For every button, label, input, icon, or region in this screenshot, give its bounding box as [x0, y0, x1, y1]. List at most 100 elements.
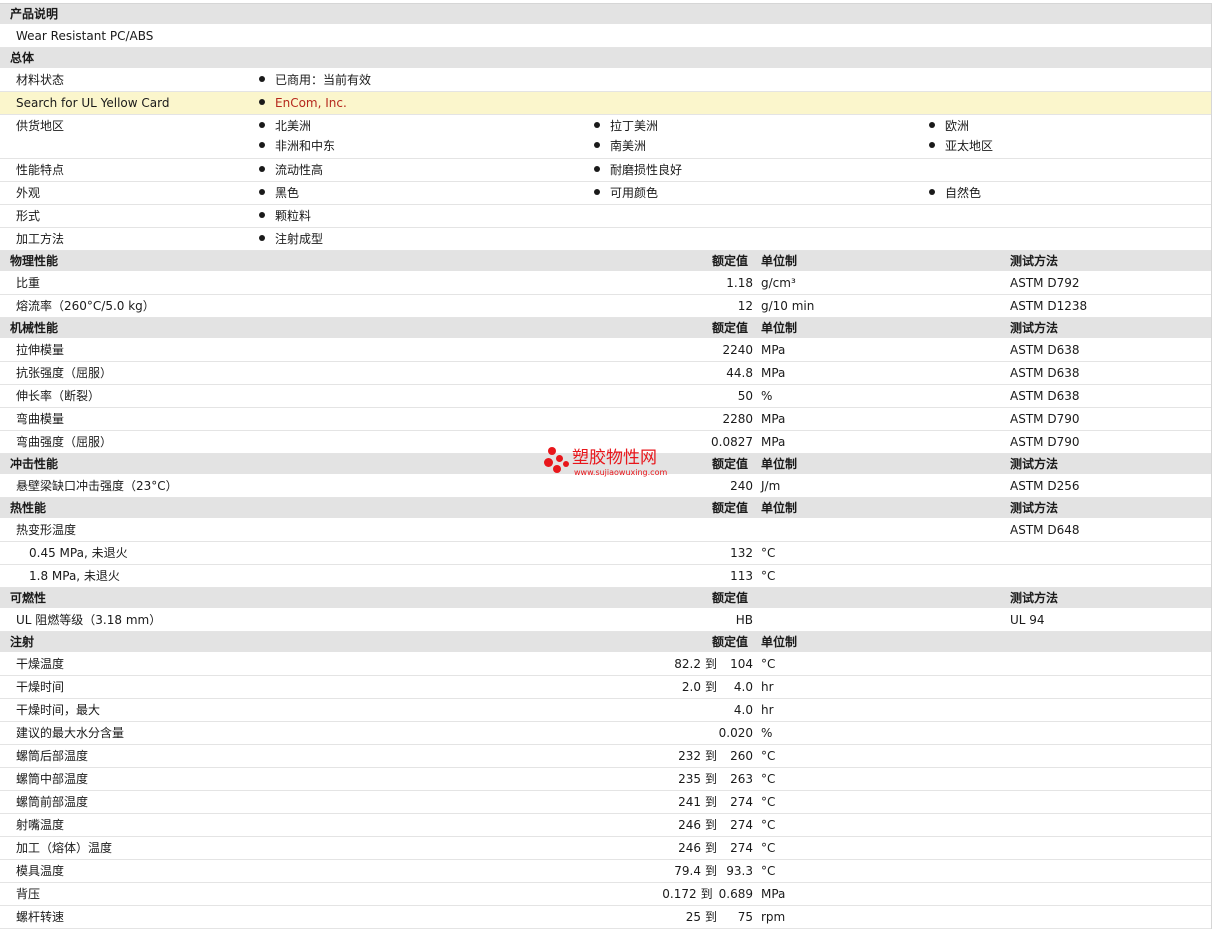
property-value: 4.0 [723, 703, 753, 717]
features-row: 性能特点 流动性高 耐磨损性良好 [0, 159, 1211, 182]
range-low: 25 [685, 910, 701, 924]
property-unit: °C [761, 841, 776, 855]
test-method: ASTM D648 [1010, 523, 1080, 537]
property-label: 热变形温度 [16, 523, 77, 537]
section-header-flammability: 可燃性 额定值 测试方法 [0, 588, 1211, 609]
injection-row: 螺杆转速 25 到 75 rpm [0, 906, 1211, 929]
range-high: 75 [737, 910, 753, 924]
range-high: 0.020 [718, 726, 753, 740]
property-subrow: 0.45 MPa, 未退火 132 °C [0, 542, 1211, 565]
site-watermark-logo: 塑胶物性网 www.sujiaowuxing.com [544, 447, 674, 479]
injection-rows: 干燥温度 82.2 到 104 °C 干燥时间 2.0 到 4.0 hr 干燥时间，最大 4.0 hr 建… [0, 653, 1211, 929]
property-unit: °C [761, 795, 776, 809]
row-label: 加工方法 [16, 232, 65, 246]
form-value: 颗粒料 [259, 209, 311, 223]
property-label: 背压 [16, 887, 41, 901]
form-row: 形式 颗粒料 [0, 205, 1211, 228]
section-title: 机械性能 [10, 321, 59, 335]
unit-header: 单位制 [761, 635, 798, 649]
property-unit: MPa [761, 887, 786, 901]
unit-header: 单位制 [761, 254, 798, 268]
property-value: 241 到 274 [678, 795, 753, 809]
region-item: 北美洲 [259, 119, 311, 133]
property-label: 螺筒后部温度 [16, 749, 89, 763]
datasheet-table: 产品说明 Wear Resistant PC/ABS 总体 材料状态 已商用：当… [0, 3, 1212, 929]
appearance-item: 黑色 [259, 186, 299, 200]
property-value: 0.172 到 0.689 [662, 887, 753, 901]
range-high: 263 [730, 772, 753, 786]
range-high: 4.0 [733, 680, 753, 694]
section-header-general: 总体 [0, 48, 1211, 69]
test-method: ASTM D1238 [1010, 299, 1088, 313]
value-header: 额定值 [712, 457, 749, 471]
property-value: 25 到 75 [686, 910, 753, 924]
property-label: 加工（熔体）温度 [16, 841, 113, 855]
region-item: 非洲和中东 [259, 139, 335, 153]
property-label: UL 阻燃等级（3.18 mm） [16, 613, 162, 627]
feature-item: 流动性高 [259, 163, 323, 177]
unit-header: 单位制 [761, 457, 798, 471]
property-unit: g/cm³ [761, 276, 796, 290]
range-high: 260 [730, 749, 753, 763]
test-method: UL 94 [1010, 613, 1045, 627]
injection-row: 干燥时间，最大 4.0 hr [0, 699, 1211, 722]
supply-region-row: 供货地区 北美洲 拉丁美洲 欧洲 非洲和中东 南美洲 亚太地区 [0, 115, 1211, 159]
property-label: 弯曲模量 [16, 412, 65, 426]
property-value: 246 到 274 [678, 818, 753, 832]
property-row: 弯曲模量 2280 MPa ASTM D790 [0, 408, 1211, 431]
property-unit: MPa [761, 412, 786, 426]
property-label: 悬壁梁缺口冲击强度（23°C） [16, 479, 178, 493]
property-label: 0.45 MPa, 未退火 [29, 546, 128, 560]
property-unit: g/10 min [761, 299, 815, 313]
value-header: 额定值 [712, 591, 749, 605]
injection-row: 干燥时间 2.0 到 4.0 hr [0, 676, 1211, 699]
section-header-thermal: 热性能 额定值 单位制 测试方法 [0, 498, 1211, 519]
property-value: 240 [730, 479, 753, 493]
test-method: ASTM D638 [1010, 366, 1080, 380]
injection-row: 建议的最大水分含量 0.020% [0, 722, 1211, 745]
section-title: 热性能 [10, 501, 47, 515]
property-label: 熔流率（260°C/5.0 kg） [16, 299, 155, 313]
injection-row: 螺筒后部温度 232 到 260 °C [0, 745, 1211, 768]
section-header-product: 产品说明 [0, 4, 1211, 25]
range-low: 79.4 [674, 864, 701, 878]
appearance-item: 自然色 [929, 186, 981, 200]
property-value: 232 到 260 [678, 749, 753, 763]
section-title: 产品说明 [10, 7, 59, 21]
range-separator: 到 [704, 841, 717, 855]
region-item: 亚太地区 [929, 139, 993, 153]
unit-header: 单位制 [761, 501, 798, 515]
appearance-row: 外观 黑色 可用颜色 自然色 [0, 182, 1211, 205]
property-label: 干燥温度 [16, 657, 65, 671]
product-description-row: Wear Resistant PC/ABS [0, 25, 1211, 48]
property-value: 1.18 [726, 276, 753, 290]
property-value: 44.8 [726, 366, 753, 380]
property-value: 113 [730, 569, 753, 583]
range-low: 235 [678, 772, 701, 786]
test-method: ASTM D638 [1010, 343, 1080, 357]
property-unit: °C [761, 569, 776, 583]
range-high: 4.0 [733, 703, 753, 717]
range-high: 274 [730, 818, 753, 832]
range-low: 0.172 [662, 887, 697, 901]
property-unit: MPa [761, 435, 786, 449]
test-method: ASTM D792 [1010, 276, 1080, 290]
property-label: 射嘴温度 [16, 818, 65, 832]
row-label: 外观 [16, 186, 41, 200]
test-method: ASTM D256 [1010, 479, 1080, 493]
supplier-link[interactable]: EnCom, Inc. [259, 96, 347, 110]
property-label: 螺杆转速 [16, 910, 65, 924]
range-low: 2.0 [681, 680, 701, 694]
injection-row: 模具温度 79.4 到 93.3 °C [0, 860, 1211, 883]
property-unit: °C [761, 818, 776, 832]
range-separator: 到 [704, 657, 717, 671]
value-header: 额定值 [712, 635, 749, 649]
ul-yellow-card-link[interactable]: Search for UL Yellow Card [16, 96, 169, 110]
property-unit: % [761, 389, 773, 403]
section-title: 可燃性 [10, 591, 47, 605]
property-label: 比重 [16, 276, 41, 290]
property-row: 熔流率（260°C/5.0 kg） 12 g/10 min ASTM D1238 [0, 295, 1211, 318]
property-value: 2280 [722, 412, 753, 426]
property-value: 132 [730, 546, 753, 560]
row-label: 供货地区 [16, 119, 65, 133]
